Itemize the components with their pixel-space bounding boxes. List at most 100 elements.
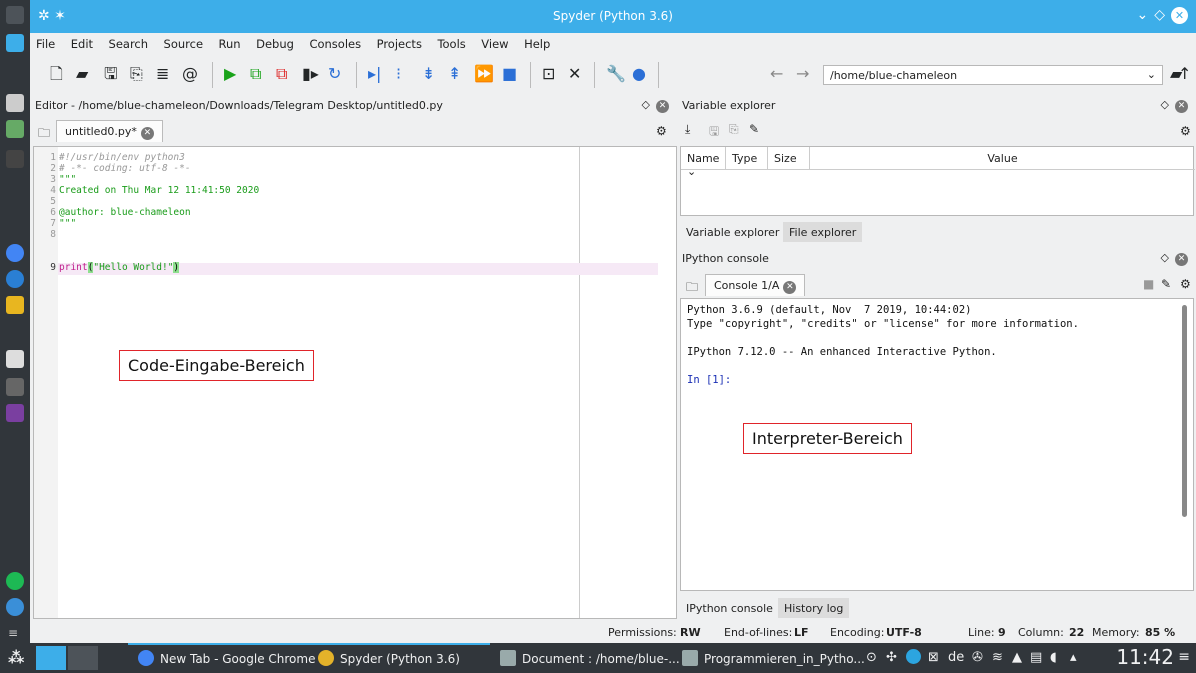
column-name[interactable]: Name ⌄ bbox=[681, 147, 726, 178]
kde-launcher-icon[interactable]: ⁂ bbox=[8, 648, 24, 667]
gear-icon[interactable]: ⚙ bbox=[1180, 124, 1191, 138]
menu-search[interactable]: Search bbox=[103, 33, 155, 51]
browse-tabs-icon[interactable]: 🗀 bbox=[38, 124, 50, 145]
writer-icon[interactable] bbox=[6, 350, 24, 368]
undock-icon[interactable]: ◇ bbox=[642, 98, 650, 111]
save-as-icon[interactable]: ⎘ bbox=[729, 122, 739, 137]
maximize-pane-icon[interactable]: ⊡ bbox=[542, 65, 555, 83]
calculator-icon[interactable] bbox=[6, 378, 24, 396]
network-icon[interactable] bbox=[6, 598, 24, 616]
undock-icon[interactable]: ◇ bbox=[1161, 251, 1169, 264]
erase-icon[interactable]: ✎ bbox=[1161, 277, 1171, 291]
tab-file-explorer[interactable]: File explorer bbox=[783, 222, 863, 242]
close-pane-icon[interactable]: ✕ bbox=[1175, 100, 1188, 113]
fullscreen-icon[interactable]: ✕ bbox=[568, 65, 581, 83]
menu-lines-icon[interactable]: ≡ bbox=[8, 626, 18, 640]
media-icon[interactable] bbox=[6, 404, 24, 422]
run-cell-icon[interactable]: ⧉ bbox=[250, 65, 261, 83]
run-selection-icon[interactable]: ▮▸ bbox=[302, 65, 319, 83]
step-return-icon[interactable]: ⇞ bbox=[448, 65, 461, 83]
menu-view[interactable]: View bbox=[475, 33, 514, 51]
tab-console-1a[interactable]: Console 1/A ✕ bbox=[705, 274, 806, 296]
expand-icon[interactable] bbox=[6, 6, 24, 24]
notes-icon[interactable] bbox=[6, 296, 24, 314]
stop-icon[interactable]: ■ bbox=[502, 65, 517, 83]
working-directory-input[interactable]: /home/blue-chameleon ⌄ bbox=[823, 65, 1163, 85]
document-icon[interactable] bbox=[6, 94, 24, 112]
desktop-pager-1[interactable] bbox=[36, 646, 66, 670]
open-folder-icon[interactable]: ▰ bbox=[76, 65, 88, 83]
back-icon[interactable]: ← bbox=[770, 65, 783, 83]
close-pane-icon[interactable]: ✕ bbox=[1175, 253, 1188, 266]
telegram-icon[interactable] bbox=[906, 649, 921, 664]
menu-file[interactable]: File bbox=[30, 33, 61, 51]
run-icon[interactable]: ▶ bbox=[224, 65, 236, 83]
keyboard-layout[interactable]: de bbox=[948, 650, 964, 665]
column-value[interactable]: Value bbox=[810, 147, 1195, 169]
task-chrome[interactable]: New Tab - Google Chrome bbox=[138, 650, 315, 666]
run-cell-advance-icon[interactable]: ⧉ bbox=[276, 65, 287, 83]
tab-history-log[interactable]: History log bbox=[778, 598, 850, 618]
menu-source[interactable]: Source bbox=[158, 33, 210, 51]
menu-projects[interactable]: Projects bbox=[371, 33, 428, 51]
undock-icon[interactable]: ◇ bbox=[1161, 98, 1169, 111]
tab-untitled0[interactable]: untitled0.py* ✕ bbox=[56, 120, 163, 142]
debug-icon[interactable]: ▸| bbox=[368, 65, 381, 83]
volume-icon[interactable]: ◖ bbox=[1050, 650, 1057, 665]
parent-dir-icon[interactable]: ↑ bbox=[1178, 65, 1191, 83]
terminal-icon[interactable] bbox=[6, 150, 24, 168]
preferences-icon[interactable]: 🔧 bbox=[606, 65, 626, 83]
browse-tabs-icon[interactable]: 🗀 bbox=[686, 278, 698, 299]
task-spyder[interactable]: Spyder (Python 3.6) bbox=[318, 650, 460, 666]
continue-icon[interactable]: ⏩ bbox=[474, 65, 494, 83]
clock[interactable]: 11:42 bbox=[1116, 645, 1174, 669]
import-data-icon[interactable]: ⤓ bbox=[685, 122, 690, 137]
close-pane-icon[interactable]: ✕ bbox=[656, 100, 669, 113]
gear-icon[interactable]: ⚙ bbox=[1180, 277, 1191, 291]
tab-ipython-console[interactable]: IPython console bbox=[680, 598, 779, 618]
menu-lines-icon[interactable]: ≡ bbox=[1178, 649, 1190, 665]
stop-kernel-icon[interactable]: ■ bbox=[1143, 277, 1154, 291]
media-icon[interactable]: ⊙ bbox=[866, 650, 877, 665]
desktop-pager-2[interactable] bbox=[68, 646, 98, 670]
lock-icon[interactable]: ▲ bbox=[1012, 650, 1022, 665]
menu-tools[interactable]: Tools bbox=[431, 33, 471, 51]
gear-icon[interactable]: ⚙ bbox=[656, 124, 667, 138]
step-into-icon[interactable]: ⇟ bbox=[422, 65, 435, 83]
wifi-icon[interactable]: ≋ bbox=[992, 650, 1003, 665]
rerun-icon[interactable]: ↻ bbox=[328, 65, 341, 83]
python-path-icon[interactable]: ● bbox=[632, 65, 646, 83]
save-all-icon[interactable]: ⎘ bbox=[130, 65, 143, 83]
tab-variable-explorer[interactable]: Variable explorer bbox=[680, 222, 786, 242]
at-icon[interactable]: @ bbox=[182, 65, 198, 83]
spotify-icon[interactable] bbox=[6, 572, 24, 590]
tray-expand-icon[interactable]: ▴ bbox=[1070, 650, 1077, 665]
menu-consoles[interactable]: Consoles bbox=[303, 33, 367, 51]
close-icon[interactable]: ✕ bbox=[1171, 7, 1188, 24]
variable-table[interactable]: Name ⌄ Type Size Value bbox=[680, 146, 1195, 216]
menu-edit[interactable]: Edit bbox=[65, 33, 99, 51]
chrome-icon[interactable] bbox=[6, 244, 24, 262]
close-tab-icon[interactable]: ✕ bbox=[140, 127, 154, 140]
menu-help[interactable]: Help bbox=[518, 33, 556, 51]
browser-icon[interactable] bbox=[6, 270, 24, 288]
kde-connect-icon[interactable]: ✇ bbox=[972, 650, 983, 665]
ipython-console[interactable]: Python 3.6.9 (default, Nov 7 2019, 10:44… bbox=[680, 298, 1194, 591]
code-editor[interactable]: 1 #!/usr/bin/env python3 2 # -*- coding: u… bbox=[33, 146, 677, 619]
close-tab-icon[interactable]: ✕ bbox=[783, 281, 797, 294]
column-type[interactable]: Type bbox=[726, 147, 768, 169]
save-data-icon[interactable]: 🖫 bbox=[709, 122, 719, 143]
column-size[interactable]: Size bbox=[768, 147, 810, 169]
new-file-icon[interactable]: 🗋 bbox=[50, 65, 63, 83]
chevron-down-icon[interactable]: ⌄ bbox=[1147, 68, 1156, 81]
save-icon[interactable]: 🖫 bbox=[104, 65, 118, 83]
erase-icon[interactable]: ✎ bbox=[749, 122, 759, 136]
console-scrollbar[interactable] bbox=[1182, 305, 1187, 517]
list-icon[interactable]: ≣ bbox=[156, 65, 169, 83]
task-document[interactable]: Document : /home/blue-... bbox=[500, 650, 680, 666]
menu-debug[interactable]: Debug bbox=[250, 33, 300, 51]
forward-icon[interactable]: → bbox=[796, 65, 809, 83]
minimize-icon[interactable]: ⌄ bbox=[1136, 7, 1154, 23]
spreadsheet-icon[interactable] bbox=[6, 120, 24, 138]
screenshot-icon[interactable]: ⊠ bbox=[928, 650, 939, 665]
